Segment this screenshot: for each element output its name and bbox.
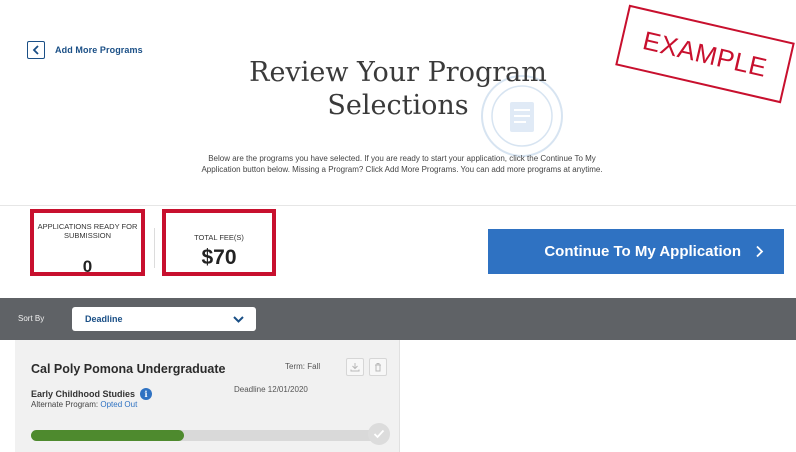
- header-divider: [0, 205, 796, 206]
- download-button[interactable]: [346, 358, 364, 376]
- add-more-programs-link[interactable]: Add More Programs: [27, 41, 143, 59]
- example-stamp-text: EXAMPLE: [640, 24, 771, 83]
- program-name: Cal Poly Pomona Undergraduate: [31, 362, 226, 376]
- sort-by-label: Sort By: [18, 314, 45, 323]
- chevron-left-icon[interactable]: [27, 41, 45, 59]
- stat-divider: [154, 228, 155, 268]
- applications-ready-value: 0: [82, 257, 93, 276]
- total-fee-label: TOTAL FEE(S): [194, 233, 244, 242]
- check-icon: [368, 423, 390, 445]
- total-fee-stat: TOTAL FEE(S) $70: [162, 209, 276, 276]
- applications-ready-stat: APPLICATIONS READY FOR SUBMISSION 0: [30, 209, 145, 276]
- program-major: Early Childhood Studies i: [31, 388, 153, 400]
- chevron-right-icon: [756, 245, 764, 258]
- program-deadline: Deadline 12/01/2020: [234, 385, 308, 394]
- program-term: Term: Fall: [285, 362, 321, 371]
- program-major-label: Early Childhood Studies: [31, 389, 136, 399]
- chevron-down-icon: [233, 315, 244, 323]
- program-card: Cal Poly Pomona Undergraduate Term: Fall…: [15, 340, 400, 452]
- download-icon: [350, 363, 360, 372]
- total-fee-value: $70: [201, 246, 237, 269]
- delete-program-button[interactable]: [369, 358, 387, 376]
- application-progress-fill: [31, 430, 185, 441]
- application-progress-bar: [31, 430, 379, 441]
- alternate-program-status-link[interactable]: Opted Out: [100, 400, 137, 409]
- add-more-programs-label: Add More Programs: [55, 45, 143, 55]
- trash-icon: [375, 363, 381, 372]
- intro-text: Below are the programs you have selected…: [201, 154, 603, 174]
- alternate-program-label: Alternate Program:: [31, 400, 99, 409]
- sort-by-select[interactable]: Deadline: [72, 307, 256, 331]
- sort-selected-value: Deadline: [85, 314, 123, 324]
- page-title: Review Your Program Selections: [249, 57, 547, 121]
- info-icon[interactable]: i: [140, 388, 153, 400]
- applications-ready-label: APPLICATIONS READY FOR SUBMISSION: [37, 222, 138, 240]
- example-stamp: EXAMPLE: [615, 4, 795, 104]
- alternate-program: Alternate Program: Opted Out: [31, 400, 137, 409]
- continue-button-label: Continue To My Application: [544, 243, 741, 260]
- continue-to-application-button[interactable]: Continue To My Application: [488, 229, 784, 274]
